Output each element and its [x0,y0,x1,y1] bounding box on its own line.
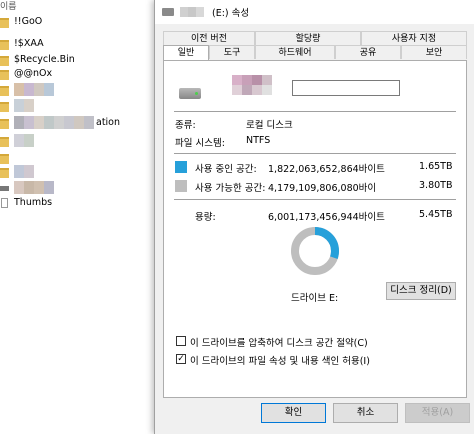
folder-icon [0,69,9,80]
cancel-button[interactable]: 취소 [333,403,398,423]
blurred-filename [14,83,54,96]
used-space-bytes: 1,822,063,652,864바이트 [268,164,385,175]
volume-name-input[interactable] [292,80,400,96]
capacity-label: 용량: [195,212,216,223]
folder-icon [0,118,9,129]
free-space-swatch [175,180,187,192]
free-space-bytes: 4,179,109,806,080바이 [268,183,377,194]
list-item[interactable] [0,133,36,148]
tab-general[interactable]: 일반 [163,45,209,61]
folder-icon [0,55,9,66]
capacity-bytes: 6,001,173,456,944바이트 [268,212,385,223]
free-space-size: 3.80TB [419,180,453,191]
blurred-filename [14,165,34,178]
list-item[interactable] [0,98,36,113]
properties-dialog: (E:) 속성 이전 버전 할당량 사용자 지정 일반 도구 하드웨어 공유 보… [154,0,474,434]
folder-icon [0,85,9,96]
list-item[interactable]: ation [0,115,120,130]
tab-tools[interactable]: 도구 [209,45,255,59]
drive-letter-label: 드라이브 E: [291,293,339,304]
title-bar[interactable]: (E:) 속성 [155,0,474,24]
file-name: Thumbs [14,197,53,208]
blurred-volume-name [180,7,204,17]
blurred-filename [14,181,54,194]
tab-security[interactable]: 보안 [401,45,467,59]
usage-donut-chart [291,227,339,275]
type-value: 로컬 디스크 [246,120,293,131]
file-explorer-list: 이름 !!GoO !$XAA $Recycle.Bin @@nOx ation [0,0,160,434]
compress-drive-label[interactable]: 이 드라이브를 압축하여 디스크 공간 절약(C) [190,335,368,349]
compress-drive-checkbox[interactable] [176,336,186,346]
blurred-filename [14,116,94,129]
column-header-name[interactable]: 이름 [0,0,17,12]
list-item[interactable]: !!GoO [0,14,42,29]
file-name: !$XAA [14,38,44,49]
tab-hardware[interactable]: 하드웨어 [255,45,335,59]
folder-icon [0,17,9,28]
tabs-row-bottom: 일반 도구 하드웨어 공유 보안 [163,45,467,61]
list-item[interactable] [0,164,36,179]
file-name: $Recycle.Bin [14,54,75,65]
tab-previous-versions[interactable]: 이전 버전 [163,31,255,45]
list-item[interactable] [0,150,14,165]
blurred-drive-name [232,75,272,95]
used-space-label: 사용 중인 공간: [195,164,257,175]
used-space-swatch [175,161,187,173]
free-space-label: 사용 가능한 공간: [195,183,266,194]
folder-icon [0,136,9,147]
folder-icon [0,153,9,164]
apply-button[interactable]: 적용(A) [405,403,470,423]
file-name: @@nOx [14,68,53,79]
drive-icon [179,88,201,99]
tab-customize[interactable]: 사용자 지정 [361,31,467,45]
drive-small-icon [0,183,9,193]
index-drive-checkbox[interactable]: ✓ [176,354,186,364]
folder-icon [0,167,9,178]
file-name: ation [96,117,121,128]
tab-sharing[interactable]: 공유 [335,45,401,59]
capacity-size: 5.45TB [419,209,453,220]
filesystem-value: NTFS [246,135,271,146]
divider [174,199,456,200]
type-label: 종류: [175,120,196,131]
list-item[interactable]: @@nOx [0,66,52,81]
general-tab-panel: 종류: 로컬 디스크 파일 시스템: NTFS 사용 중인 공간: 1,822,… [163,60,467,398]
filesystem-label: 파일 시스템: [175,138,225,149]
disk-cleanup-button[interactable]: 디스크 정리(D) [386,282,456,300]
ok-button[interactable]: 확인 [261,403,326,423]
divider [174,111,456,112]
file-icon [0,197,9,208]
folder-icon [0,101,9,112]
drive-icon [162,8,174,16]
list-item[interactable]: Thumbs [0,195,52,210]
tab-quota[interactable]: 할당량 [255,31,361,45]
file-name: !!GoO [14,16,43,27]
dialog-title: (E:) 속성 [212,8,250,19]
used-space-size: 1.65TB [419,161,453,172]
list-item[interactable]: $Recycle.Bin [0,52,75,67]
list-item[interactable] [0,180,56,195]
tabs-row-top: 이전 버전 할당량 사용자 지정 [163,31,467,45]
divider [174,153,456,154]
blurred-filename [14,134,34,147]
blurred-filename [14,99,34,112]
list-item[interactable]: !$XAA [0,36,44,51]
index-drive-label[interactable]: 이 드라이브의 파일 속성 및 내용 색인 허용(I) [190,353,370,367]
list-item[interactable] [0,82,56,97]
folder-icon [0,39,9,50]
